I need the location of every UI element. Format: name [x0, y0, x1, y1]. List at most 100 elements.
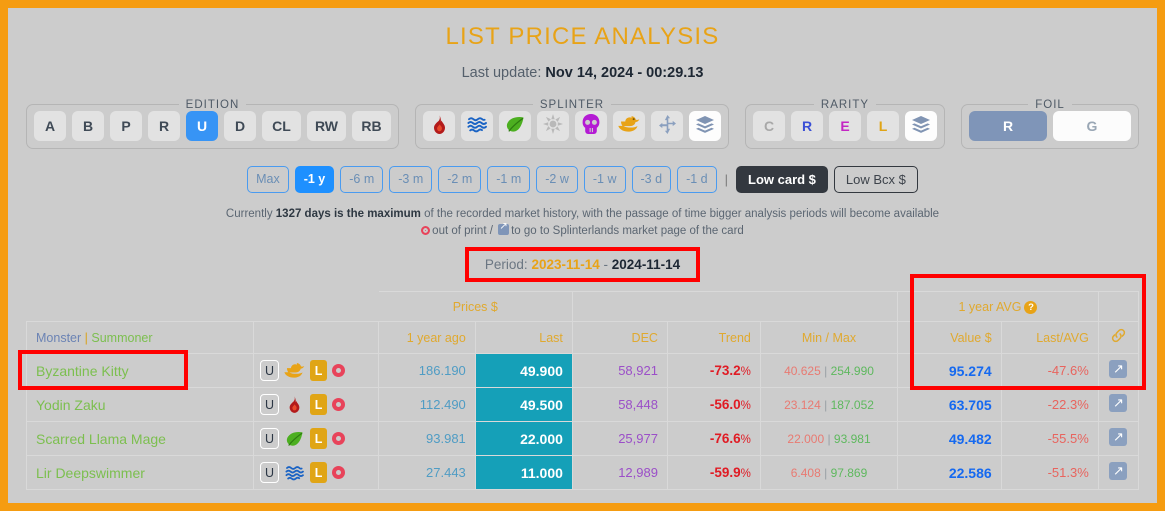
history-note-post: of the recorded market history, with the…	[420, 207, 940, 220]
column-header-year-ago[interactable]: 1 year ago	[377, 321, 476, 355]
water-icon	[467, 116, 487, 136]
column-header-last[interactable]: Last	[474, 321, 573, 355]
price-year-ago: 112.490	[377, 387, 476, 423]
edition-button-cl[interactable]: CL	[262, 110, 301, 141]
table-row[interactable]: Scarred Llama Mage U L 93.981 22.000 25,…	[25, 421, 1140, 457]
last-update-label: Last update:	[461, 65, 542, 81]
price-dec: 58,448	[571, 387, 668, 423]
range-button-3d[interactable]: -3 d	[631, 165, 672, 193]
column-header-value[interactable]: Value $	[897, 321, 1002, 355]
edition-button-rw[interactable]: RW	[307, 110, 346, 141]
edition-button-p[interactable]: P	[110, 110, 142, 141]
table-row[interactable]: Byzantine Kitty U L 186.190 49.900 58,92…	[25, 353, 1140, 389]
skull-icon	[582, 114, 600, 137]
splinter-button-life[interactable]	[537, 110, 569, 141]
link-icon	[1111, 329, 1126, 347]
fire-icon	[431, 114, 448, 137]
splinter-button-dragon[interactable]	[613, 110, 645, 141]
table-row[interactable]: Lir Deepswimmer U L 27.443 11.000 12,989…	[25, 455, 1140, 491]
foil-button-gold[interactable]: G	[1053, 110, 1131, 141]
period-range-buttons: Max -1 y -6 m -3 m -2 m -1 m -2 w -1 w -…	[8, 165, 1157, 193]
edition-button-a[interactable]: A	[34, 110, 66, 141]
card-name[interactable]: Yodin Zaku	[25, 387, 255, 423]
avg-last-ratio: -51.3%	[1000, 455, 1099, 491]
table-row[interactable]: Yodin Zaku U L 112.490 49.500 58,448 -56…	[25, 387, 1140, 423]
layers-icon	[911, 115, 931, 136]
external-link-icon[interactable]	[1109, 462, 1128, 481]
card-badges: U L	[253, 455, 379, 491]
external-link-icon[interactable]	[1109, 360, 1128, 379]
edition-button-r[interactable]: R	[148, 110, 180, 141]
card-badges: U L	[253, 387, 379, 423]
rarity-button-rare[interactable]: R	[791, 110, 823, 141]
column-header-trend[interactable]: Trend	[666, 321, 761, 355]
external-link-icon[interactable]	[1109, 428, 1128, 447]
help-icon[interactable]: ?	[1024, 300, 1038, 314]
water-icon	[284, 462, 305, 483]
splinter-button-fire[interactable]	[423, 110, 455, 141]
edition-button-d[interactable]: D	[224, 110, 256, 141]
column-header-summoner: Summoner	[91, 330, 153, 345]
edition-buttons: A B P R U D CL RW RB	[34, 110, 391, 141]
trend-value: -59.9	[709, 465, 741, 481]
rarity-button-legendary[interactable]: L	[867, 110, 899, 141]
rarity-button-all[interactable]	[905, 110, 937, 141]
group-header-blank-mid	[571, 291, 899, 323]
card-name[interactable]: Lir Deepswimmer	[25, 455, 255, 491]
legend-note-b: to go to Splinterlands market page of th…	[511, 225, 744, 238]
splinter-button-water[interactable]	[461, 110, 493, 141]
splinter-button-neutral[interactable]	[651, 110, 683, 141]
card-name[interactable]: Scarred Llama Mage	[25, 421, 255, 457]
price-trend: -56.0%	[666, 387, 761, 423]
card-name[interactable]: Byzantine Kitty	[25, 353, 255, 389]
period-dash: -	[603, 257, 609, 273]
badge-group: U L	[260, 462, 369, 484]
range-button-1d[interactable]: -1 d	[677, 165, 717, 193]
price-min: 23.124	[784, 397, 821, 412]
leaf-icon	[505, 116, 525, 136]
range-button-3m[interactable]: -3 m	[389, 165, 433, 193]
history-note-bold: 1327 days is the maximum	[275, 207, 421, 220]
column-header-minmax[interactable]: Min / Max	[759, 321, 899, 355]
range-button-1m[interactable]: -1 m	[487, 165, 531, 193]
trend-percent: %	[740, 434, 751, 447]
price-year-ago: 186.190	[377, 353, 476, 389]
foil-button-regular[interactable]: R	[969, 110, 1047, 141]
avg-value: 95.274	[897, 353, 1002, 389]
market-link-cell	[1097, 455, 1140, 491]
edition-button-rb[interactable]: RB	[352, 110, 391, 141]
range-button-max[interactable]: Max	[247, 165, 289, 193]
range-button-2m[interactable]: -2 m	[438, 165, 482, 193]
minmax-divider: |	[824, 431, 834, 446]
low-card-button[interactable]: Low card $	[736, 165, 828, 193]
rarity-button-epic[interactable]: E	[829, 110, 861, 141]
column-header-link	[1097, 321, 1140, 355]
range-button-1w[interactable]: -1 w	[583, 165, 626, 193]
price-min-max: 40.625 | 254.990	[759, 353, 899, 389]
price-min-max: 22.000 | 93.981	[759, 421, 899, 457]
range-button-6m[interactable]: -6 m	[340, 165, 384, 193]
range-button-2w[interactable]: -2 w	[536, 165, 578, 193]
splinter-button-all[interactable]	[689, 110, 721, 141]
external-link-icon[interactable]	[1109, 394, 1128, 413]
rarity-button-common[interactable]: C	[753, 110, 785, 141]
edition-button-u[interactable]: U	[186, 110, 218, 141]
edition-legend: EDITION	[185, 98, 240, 111]
minmax-divider: |	[820, 397, 831, 412]
rarity-badge: L	[310, 394, 328, 416]
splinter-button-death[interactable]	[575, 110, 607, 141]
splinter-buttons	[423, 110, 721, 141]
avg-value: 63.705	[897, 387, 1002, 423]
badge-group: U L	[260, 428, 369, 450]
badge-group: U L	[260, 394, 369, 416]
life-sun-icon	[543, 114, 563, 137]
price-max: 97.869	[830, 465, 868, 480]
column-header-last-avg[interactable]: Last/AVG	[1000, 321, 1099, 355]
rarity-buttons: C R E L	[753, 110, 937, 141]
dragon-icon	[618, 115, 640, 136]
column-header-dec[interactable]: DEC	[571, 321, 668, 355]
range-button-1y[interactable]: -1 y	[294, 165, 335, 193]
splinter-button-earth[interactable]	[499, 110, 531, 141]
edition-button-b[interactable]: B	[72, 110, 104, 141]
low-bcx-button[interactable]: Low Bcx $	[833, 165, 918, 193]
